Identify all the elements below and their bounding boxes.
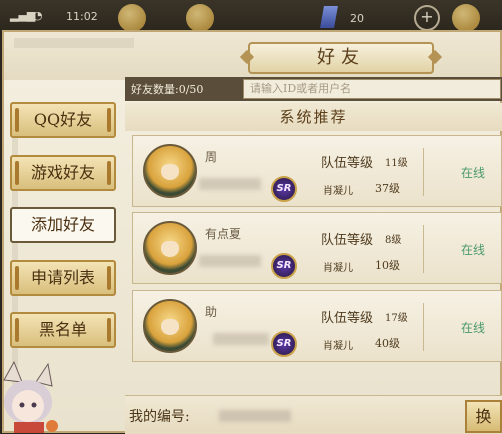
team-level: 17级 [385,313,408,324]
character-name: 肖凝儿 [323,263,353,274]
resource-icon [186,4,214,32]
player-name: 助 [205,305,218,319]
online-status: 在线 [461,321,486,335]
avatar [143,221,197,275]
nav-game-friends[interactable]: 游戏好友 [10,155,116,191]
wifi-icon: ◔ [33,9,43,22]
add-icon[interactable]: + [414,5,440,31]
team-level-label: 队伍等级 [321,233,374,248]
rank-badge: SR [271,253,297,279]
team-level: 11级 [385,158,408,169]
nav-blacklist[interactable]: 黑名单 [10,312,116,348]
swap-button[interactable]: 换 [465,400,502,433]
avatar [143,299,197,353]
clock-time: 11:02 [66,10,98,23]
friend-count: 好友数量:0/50 [131,83,204,96]
team-level: 8级 [385,235,402,246]
character-name: 肖凝儿 [323,186,353,197]
search-input[interactable]: 请输入ID或者用户名 [243,79,501,99]
nav-requests[interactable]: 申请列表 [10,260,116,296]
friend-card[interactable]: 周 SR 队伍等级 11级 肖凝儿 37级 在线 [132,135,502,207]
title-bar: 好友 [4,32,500,80]
currency-amount: 20 [350,12,364,25]
resource-icon [118,4,146,32]
player-id-blurred [199,255,261,267]
fox-girl-mascot [3,360,58,433]
friend-card[interactable]: 有点夏 SR 队伍等级 8级 肖凝儿 10级 在线 [132,212,502,284]
team-level-label: 队伍等级 [321,311,374,326]
player-id-blurred [199,178,261,190]
online-status: 在线 [461,166,486,180]
divider [423,225,424,273]
player-id-blurred [213,333,269,345]
rank-badge: SR [271,331,297,357]
player-name: 有点夏 [205,227,242,241]
crystal-icon [320,6,338,28]
character-level: 37级 [375,182,400,195]
character-name: 肖凝儿 [323,341,353,352]
gold-icon [452,4,480,32]
my-id-value-blurred [219,410,291,422]
rank-badge: SR [271,176,297,202]
friend-card[interactable]: 助 SR 队伍等级 17级 肖凝儿 40级 在线 [132,290,502,362]
my-id-bar: 我的编号: [125,395,502,434]
section-title: 系统推荐 [125,103,502,131]
character-level: 10级 [375,259,400,272]
nav-add-friend[interactable]: 添加好友 [10,207,116,243]
divider [423,303,424,351]
signal-icon: ▂▄▆ [10,9,36,22]
nav-qq-friends[interactable]: QQ好友 [10,102,116,138]
page-title: 好友 [248,42,434,74]
count-bar: 好友数量:0/50 请输入ID或者用户名 [125,77,502,101]
player-name: 周 [205,150,218,164]
my-id-label: 我的编号: [129,409,190,425]
divider [423,148,424,196]
online-status: 在线 [461,243,486,257]
team-level-label: 队伍等级 [321,156,374,171]
character-level: 40级 [375,337,400,350]
avatar [143,144,197,198]
